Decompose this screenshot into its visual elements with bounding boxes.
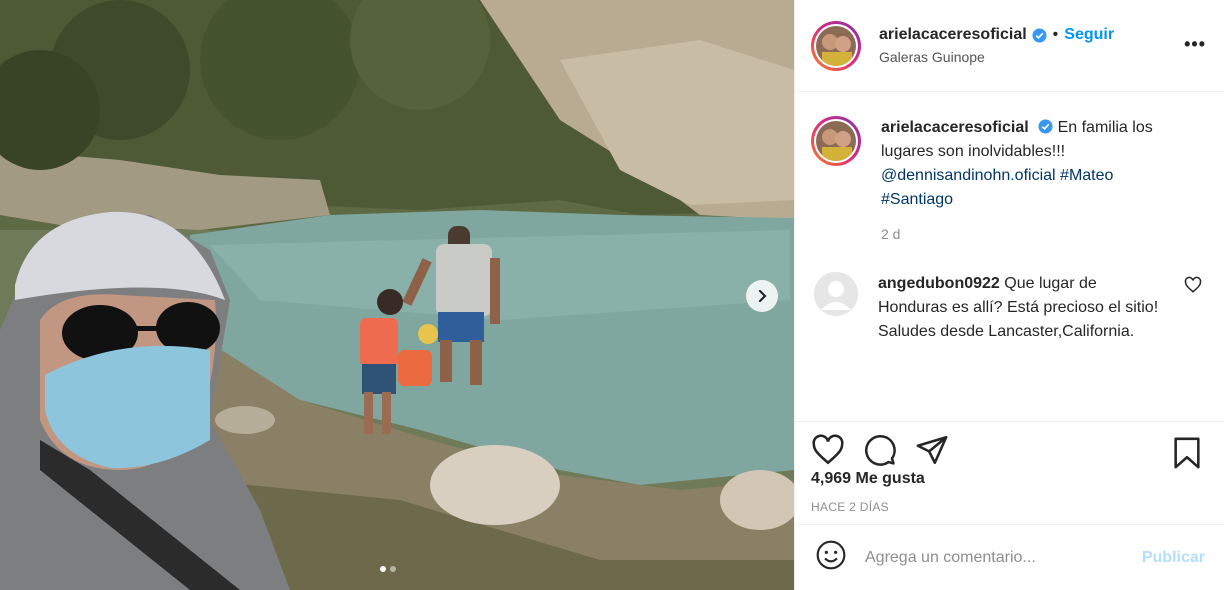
separator-dot: • [1052, 26, 1059, 43]
instagram-post: arielacaceresoficial • Seguir Galeras Gu… [0, 0, 1224, 590]
caption: arielacaceresoficial En familia los luga… [811, 116, 1208, 246]
chevron-right-icon [758, 289, 767, 303]
caption-author-avatar[interactable] [811, 116, 861, 166]
publish-button[interactable]: Publicar [1142, 549, 1205, 567]
caption-hashtag[interactable]: #Mateo [1060, 167, 1113, 184]
emoji-icon[interactable] [815, 539, 847, 576]
avatar-photo-icon [816, 25, 856, 66]
caption-hashtag[interactable]: #Santiago [881, 191, 953, 208]
default-avatar-icon [814, 272, 858, 316]
caption-mention[interactable]: @dennisandinohn.oficial [881, 167, 1056, 184]
avatar-photo-icon [816, 121, 856, 161]
author-avatar[interactable] [811, 20, 861, 71]
comment-bubble-icon[interactable] [863, 433, 897, 467]
post-header: arielacaceresoficial • Seguir Galeras Gu… [795, 0, 1224, 92]
follow-button[interactable]: Seguir [1064, 26, 1114, 44]
post-photo[interactable] [0, 0, 794, 590]
more-options-icon[interactable]: ••• [1184, 34, 1206, 55]
author-username[interactable]: arielacaceresoficial [879, 26, 1027, 44]
photo-scene [0, 0, 794, 590]
like-heart-icon[interactable] [811, 433, 845, 467]
carousel-dots [380, 566, 396, 572]
comment-username[interactable]: angedubon0922 [878, 275, 1000, 292]
caption-time: 2 d [881, 226, 901, 242]
next-photo-button[interactable] [746, 280, 778, 312]
comment-input[interactable] [865, 548, 1125, 567]
verified-badge-icon [1038, 119, 1053, 134]
post-side-panel: arielacaceresoficial • Seguir Galeras Gu… [794, 0, 1224, 590]
carousel-dot-active [380, 566, 386, 572]
like-comment-heart-icon[interactable] [1184, 276, 1202, 299]
post-location[interactable]: Galeras Guinope [879, 49, 1114, 65]
verified-badge-icon [1032, 27, 1047, 43]
post-actions [795, 422, 1224, 478]
save-bookmark-icon[interactable] [1172, 436, 1202, 475]
commenter-avatar[interactable] [814, 272, 858, 316]
share-paper-plane-icon[interactable] [915, 433, 949, 467]
carousel-dot [390, 566, 396, 572]
comment: angedubon0922 Que lugar de Honduras es a… [811, 272, 1208, 344]
caption-username[interactable]: arielacaceresoficial [881, 119, 1029, 136]
comments-section: arielacaceresoficial En familia los luga… [795, 116, 1224, 422]
post-date: HACE 2 DÍAS [811, 500, 889, 514]
add-comment-bar: Publicar [795, 524, 1224, 590]
